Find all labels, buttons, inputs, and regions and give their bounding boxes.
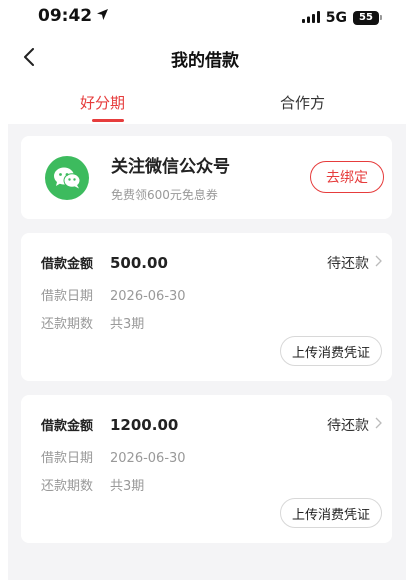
loan-status[interactable]: 待还款 xyxy=(327,253,382,273)
loan-periods-row: 还款期数 共3期 xyxy=(41,475,144,494)
wechat-subtitle: 免费领600元免息券 xyxy=(111,188,218,202)
loan-status[interactable]: 待还款 xyxy=(327,415,382,435)
tab-haofenqi[interactable]: 好分期 xyxy=(80,92,125,113)
loan-status-text: 待还款 xyxy=(327,256,369,272)
tab-bar: 好分期 合作方 xyxy=(0,86,410,124)
loan-amount-label: 借款金额 xyxy=(41,257,94,272)
upload-receipt-button[interactable]: 上传消费凭证 xyxy=(280,336,382,366)
loan-periods-label: 还款期数 xyxy=(41,317,94,332)
wechat-follow-card: 关注微信公众号 免费领600元免息券 去绑定 xyxy=(21,136,392,219)
battery-tip xyxy=(380,15,382,20)
status-indicators: 5G 55 xyxy=(301,8,382,27)
bind-button[interactable]: 去绑定 xyxy=(310,161,384,193)
loan-amount-label: 借款金额 xyxy=(41,419,94,434)
loan-date-value: 2026-06-30 xyxy=(110,451,186,466)
chevron-right-icon xyxy=(375,255,382,271)
loan-periods-row: 还款期数 共3期 xyxy=(41,313,144,332)
loan-amount-row: 借款金额 1200.00 xyxy=(41,415,178,434)
battery-icon: 55 xyxy=(353,10,382,25)
upload-receipt-button[interactable]: 上传消费凭证 xyxy=(280,498,382,528)
network-label: 5G xyxy=(325,9,347,26)
loan-amount-value: 1200.00 xyxy=(110,416,179,434)
loan-date-row: 借款日期 2026-06-30 xyxy=(41,285,186,304)
loan-date-label: 借款日期 xyxy=(41,451,94,466)
battery-level: 55 xyxy=(353,10,379,25)
loan-card[interactable]: 借款金额 500.00 待还款 借款日期 2026-06-30 还款期数 共3期… xyxy=(21,233,392,381)
wechat-title: 关注微信公众号 xyxy=(111,157,230,177)
wechat-icon xyxy=(45,156,89,200)
loan-periods-value: 共3期 xyxy=(110,479,145,494)
status-bar: 09:42 5G 55 xyxy=(0,0,410,34)
loan-periods-label: 还款期数 xyxy=(41,479,94,494)
loan-amount-value: 500.00 xyxy=(110,254,168,272)
loan-date-row: 借款日期 2026-06-30 xyxy=(41,447,186,466)
loan-status-text: 待还款 xyxy=(327,418,369,434)
nav-bar: 我的借款 xyxy=(0,38,410,78)
status-time: 09:42 xyxy=(38,6,93,26)
status-time-group: 09:42 xyxy=(38,6,109,26)
loan-date-value: 2026-06-30 xyxy=(110,289,186,304)
loan-amount-row: 借款金额 500.00 xyxy=(41,253,168,272)
page-title: 我的借款 xyxy=(171,51,239,71)
active-tab-indicator xyxy=(92,119,124,122)
signal-bars-icon xyxy=(301,8,320,27)
loan-date-label: 借款日期 xyxy=(41,289,94,304)
tab-partners[interactable]: 合作方 xyxy=(280,92,325,113)
loan-periods-value: 共3期 xyxy=(110,317,145,332)
chevron-right-icon xyxy=(375,417,382,433)
content-area: 关注微信公众号 免费领600元免息券 去绑定 借款金额 500.00 待还款 借… xyxy=(8,124,406,580)
location-arrow-icon xyxy=(96,6,109,26)
loan-card[interactable]: 借款金额 1200.00 待还款 借款日期 2026-06-30 还款期数 共3… xyxy=(21,395,392,543)
